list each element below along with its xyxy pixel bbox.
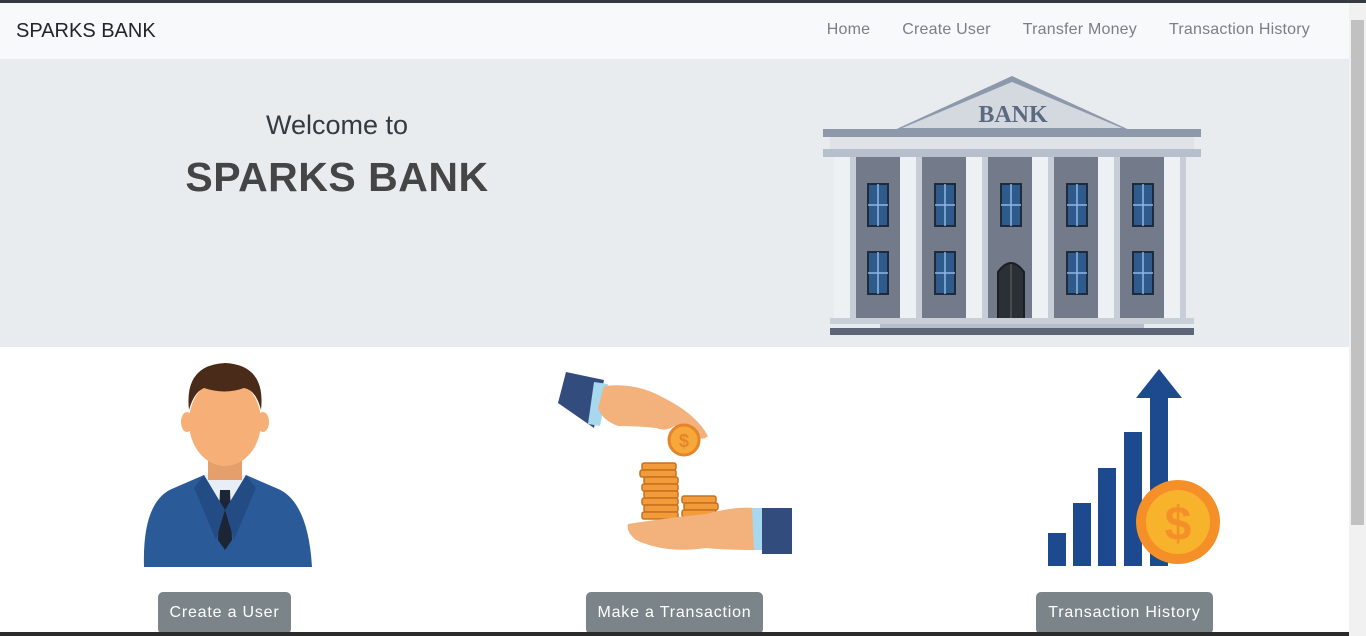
transaction-history-button[interactable]: Transaction History xyxy=(1036,592,1213,634)
scrollbar-thumb[interactable] xyxy=(1351,20,1364,525)
brand-link[interactable]: SPARKS BANK xyxy=(16,20,156,43)
nav-link-transfer-money[interactable]: Transfer Money xyxy=(1023,21,1137,39)
welcome-text: Welcome to xyxy=(265,110,409,140)
growth-chart-icon: $ xyxy=(1048,369,1220,566)
hero-title: SPARKS BANK xyxy=(185,154,489,200)
bottom-taskbar-edge xyxy=(0,632,1349,636)
create-user-button[interactable]: Create a User xyxy=(158,592,291,634)
make-transaction-button[interactable]: Make a Transaction xyxy=(586,592,763,634)
nav-link-transaction-history[interactable]: Transaction History xyxy=(1169,21,1310,39)
vertical-scrollbar[interactable] xyxy=(1349,3,1366,636)
businessman-icon xyxy=(143,363,312,567)
hands-coins-icon: $ xyxy=(558,372,792,554)
nav-link-home[interactable]: Home xyxy=(827,21,870,39)
navbar: SPARKS BANK Home Create User Transfer Mo… xyxy=(0,3,1349,59)
bank-building-icon: BANK xyxy=(823,76,1201,335)
svg-text:$: $ xyxy=(1165,498,1192,551)
hero-jumbotron: Welcome to SPARKS BANK BANK xyxy=(0,59,1349,347)
nav-link-create-user[interactable]: Create User xyxy=(902,21,990,39)
svg-text:$: $ xyxy=(679,431,689,451)
bank-sign: BANK xyxy=(978,102,1048,128)
nav-links: Home Create User Transfer Money Transact… xyxy=(795,21,1310,39)
